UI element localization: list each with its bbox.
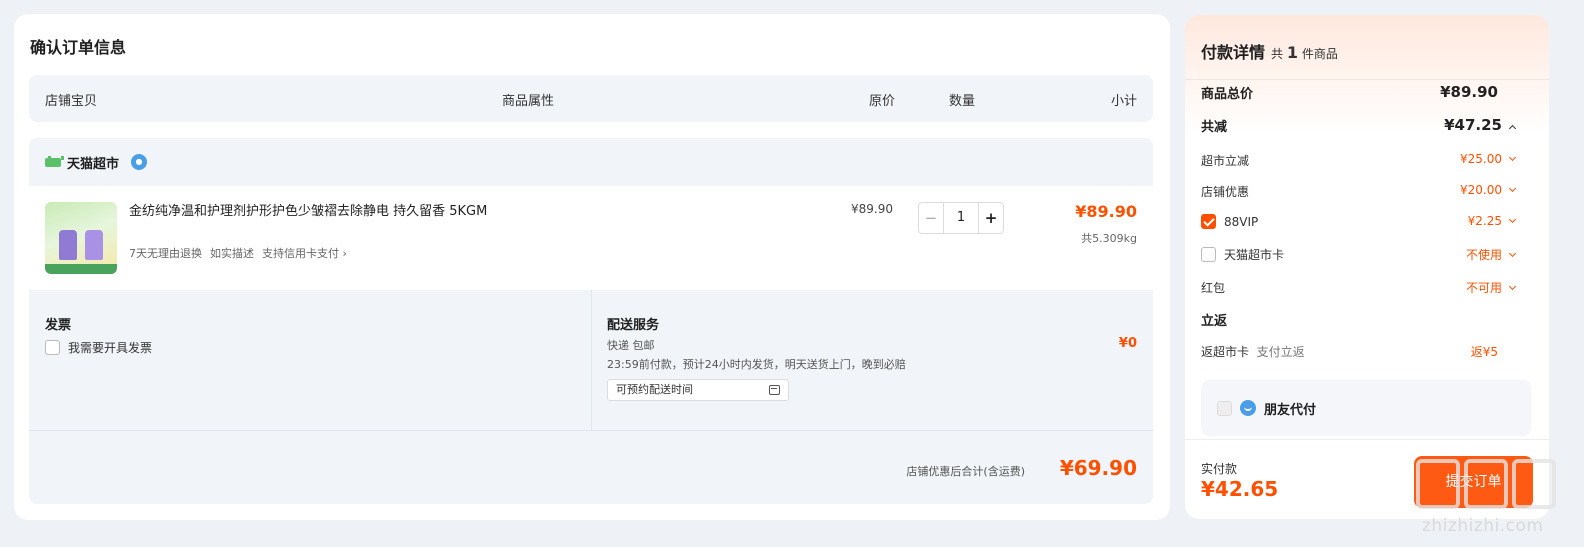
actual-pay-total: ¥42.65 [1201, 477, 1279, 501]
chevron-down-icon [1508, 282, 1517, 291]
service-tag-credit[interactable]: 支持信用卡支付 › [262, 245, 347, 261]
quantity-value[interactable]: 1 [943, 203, 979, 233]
discount-total-row[interactable]: 共减 ¥47.25 [1201, 116, 1531, 135]
goods-total-value: ¥89.90 [1440, 83, 1498, 101]
store-name[interactable]: 天猫超市 [67, 153, 119, 172]
invoice-option-label: 我需要开具发票 [68, 341, 153, 355]
order-item-row: 金纺纯净温和护理剂护形护色少皱褶去除静电 持久留香 5KGM 7天无理由退换 如… [29, 186, 1153, 290]
shipping-fee: ¥0 [1118, 336, 1137, 351]
payment-detail-card: 付款详情 共 1 件商品 商品总价 ¥89.90 共减 ¥47.25 超市立减 … [1185, 15, 1549, 519]
tmall-logo-icon [45, 156, 64, 168]
order-info-card: 确认订单信息 店铺宝贝 商品属性 原价 数量 小计 天猫超市 ● 金纺纯净温和护… [14, 14, 1170, 520]
service-tag: 如实描述 [210, 247, 254, 260]
chevron-down-icon [1508, 215, 1517, 224]
invoice-option[interactable]: 我需要开具发票 [45, 339, 152, 356]
store-badge-icon: ● [131, 154, 148, 170]
quantity-stepper: − 1 + [918, 202, 1004, 234]
chevron-up-icon [1508, 124, 1517, 133]
goods-total-row: 商品总价 ¥89.90 [1201, 83, 1498, 102]
discount-row[interactable]: 超市立减 ¥25.00 [1201, 152, 1531, 169]
service-tags: 7天无理由退换 如实描述 支持信用卡支付 › [129, 245, 347, 261]
store-total: ¥69.90 [1059, 456, 1137, 480]
col-subtotal: 小计 [1110, 94, 1137, 109]
delivery-time-label: 可预约配送时间 [616, 383, 693, 396]
store-total-label: 店铺优惠后合计(含运费) [906, 465, 1025, 478]
discount-row[interactable]: 店铺优惠 ¥20.00 [1201, 183, 1531, 200]
discount-row-card[interactable]: 天猫超市卡 不使用 [1201, 246, 1531, 265]
chevron-down-icon [1508, 184, 1517, 193]
payment-title: 付款详情 共 1 件商品 [1201, 43, 1338, 62]
product-thumbnail[interactable] [45, 202, 117, 274]
item-subtotal: ¥89.90 [1075, 202, 1137, 221]
increase-button[interactable]: + [979, 203, 1003, 233]
unit-price: ¥89.90 [851, 202, 893, 216]
col-item: 店铺宝贝 [45, 94, 98, 109]
store-header: 天猫超市 ● [45, 152, 148, 172]
rebate-value: 返¥5 [1470, 345, 1498, 359]
delivery-time-picker[interactable]: 可预约配送时间 [607, 379, 789, 401]
shipping-desc: 23:59前付款，预计24小时内发货，明天送货上门，晚到必赔 [607, 358, 906, 371]
discount-row-redpacket[interactable]: 红包 不可用 [1201, 279, 1531, 296]
page-title: 确认订单信息 [30, 38, 127, 57]
actual-pay-label: 实付款 [1201, 462, 1238, 476]
col-attrs: 商品属性 [502, 94, 555, 109]
rebate-row: 返超市卡 支付立返 返¥5 [1201, 345, 1498, 359]
discount-total-value: ¥47.25 [1444, 116, 1517, 134]
item-count: 共 1 件商品 [1271, 43, 1338, 62]
watermark-text: zhizhizhi.com [1422, 516, 1544, 536]
table-header: 店铺宝贝 商品属性 原价 数量 小计 [29, 75, 1153, 122]
col-price: 原价 [869, 94, 896, 109]
chevron-down-icon [1508, 249, 1517, 258]
invoice-checkbox[interactable] [45, 340, 60, 355]
tmall-card-checkbox[interactable] [1201, 247, 1216, 262]
chevron-down-icon [1508, 153, 1517, 162]
decrease-button[interactable]: − [919, 203, 943, 233]
service-tag: 7天无理由退换 [129, 247, 202, 260]
friend-pay-option[interactable]: 朋友代付 [1201, 380, 1531, 436]
friend-icon [1240, 400, 1256, 416]
rebate-title: 立返 [1201, 314, 1228, 329]
store-block: 天猫超市 ● 金纺纯净温和护理剂护形护色少皱褶去除静电 持久留香 5KGM 7天… [29, 138, 1153, 504]
invoice-title: 发票 [45, 318, 72, 333]
friend-pay-label: 朋友代付 [1264, 402, 1317, 418]
col-qty: 数量 [949, 94, 976, 109]
watermark-logo [1412, 455, 1560, 513]
item-weight: 共5.309kg [1081, 232, 1137, 245]
88vip-checkbox[interactable] [1201, 214, 1216, 229]
friend-pay-checkbox[interactable] [1217, 400, 1232, 416]
shipping-method: 快递 包邮 [607, 339, 655, 352]
discount-row-88vip[interactable]: 88VIP ¥2.25 [1201, 214, 1531, 232]
calendar-icon [769, 385, 780, 395]
shipping-title: 配送服务 [607, 318, 660, 333]
product-title[interactable]: 金纺纯净温和护理剂护形护色少皱褶去除静电 持久留香 5KGM [129, 202, 489, 221]
